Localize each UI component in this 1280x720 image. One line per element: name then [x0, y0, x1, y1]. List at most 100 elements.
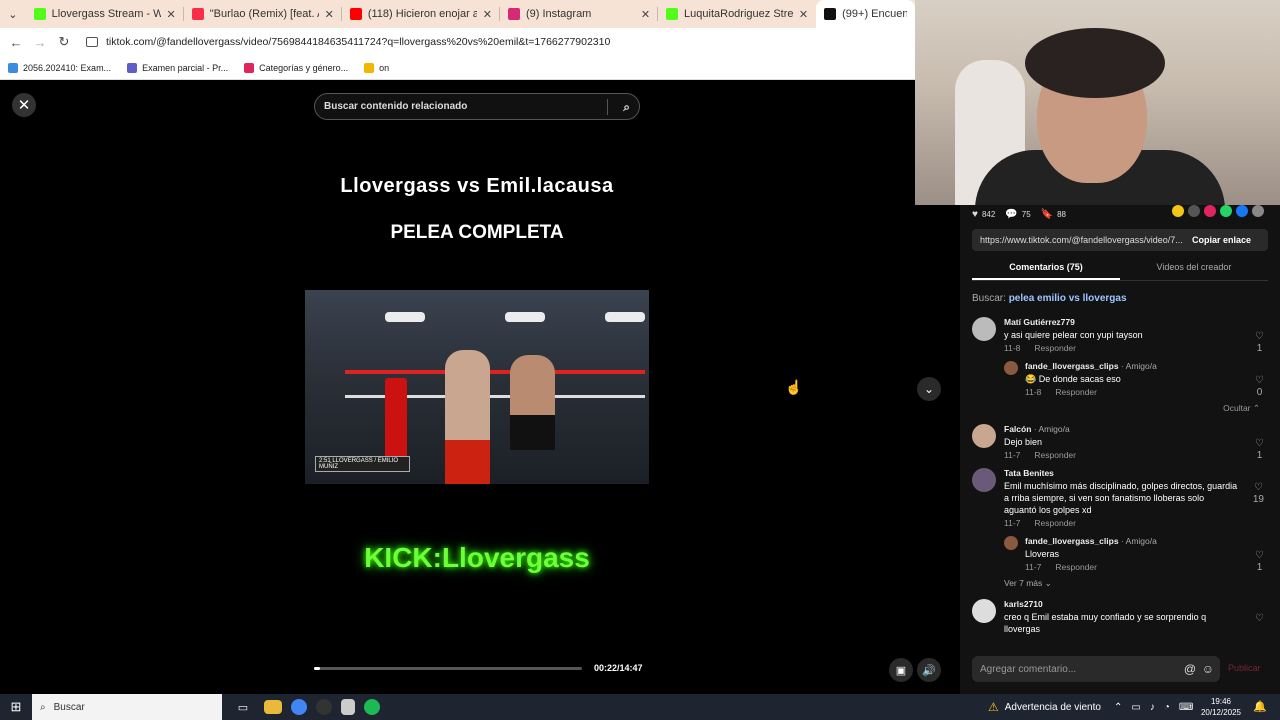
teams-icon	[127, 62, 138, 73]
browser-tab-strip: ⌄ Llovergass Stream - Watch Live ✕ "Burl…	[0, 0, 916, 28]
close-tab-icon[interactable]: ✕	[325, 8, 334, 21]
volume-button[interactable]: 🔊	[917, 658, 941, 682]
reply-button[interactable]: Responder	[1034, 343, 1076, 353]
comment-author[interactable]: karls2710	[1004, 599, 1238, 609]
video-player[interactable]: Buscar contenido relacionado ⌕ Llovergas…	[305, 80, 649, 694]
comment-author[interactable]: fande_llovergass_clips	[1025, 361, 1119, 371]
volume-icon[interactable]: ♪	[1150, 702, 1155, 713]
notification-icon[interactable]: 🔔	[1253, 700, 1267, 713]
avatar[interactable]	[1004, 536, 1018, 550]
system-clock[interactable]: 19:46 20/12/2025	[1198, 696, 1244, 718]
emoji-icon[interactable]: ☺	[1202, 662, 1214, 676]
tab-creator-videos[interactable]: Videos del creador	[1120, 255, 1268, 280]
search-term[interactable]: pelea emilio vs llovergas	[1009, 293, 1127, 304]
like-button[interactable]: ♥ 842	[972, 209, 995, 220]
close-video-button[interactable]: ✕	[12, 93, 36, 117]
windows-start-icon[interactable]: ⊞	[0, 694, 32, 720]
bookmark-examen-parcial[interactable]: Examen parcial - Pr...	[127, 62, 228, 73]
comment-like[interactable]: ♡	[1255, 613, 1264, 625]
search-suggestion[interactable]: Buscar: pelea emilio vs llovergas	[972, 293, 1127, 304]
avatar[interactable]	[1004, 361, 1018, 375]
bookmark-icon: 🔖	[1040, 208, 1054, 220]
comment-like[interactable]: ♡ 0	[1255, 375, 1264, 399]
reply-button[interactable]: Responder	[1055, 562, 1097, 572]
hide-replies-button[interactable]: Ocultar ⌃	[972, 403, 1260, 414]
back-icon[interactable]: ←	[4, 35, 28, 50]
reply-button[interactable]: Responder	[1034, 450, 1076, 460]
embed-icon[interactable]	[1188, 205, 1200, 217]
chevron-up-icon[interactable]: ⌃	[1114, 702, 1122, 713]
browser-tab-tiktok[interactable]: (99+) Encuentra 'llove	[816, 0, 916, 28]
search-icon[interactable]: ⌕	[623, 100, 630, 115]
avatar[interactable]	[972, 468, 996, 492]
miniplayer-button[interactable]: ▣	[889, 658, 913, 682]
avatar[interactable]	[972, 317, 996, 341]
reply-button[interactable]: Responder	[1034, 518, 1076, 528]
notepad-icon[interactable]	[341, 699, 355, 715]
facebook-icon[interactable]	[1236, 205, 1248, 217]
chrome-icon[interactable]	[291, 699, 307, 715]
browser-tab-kick-luquita[interactable]: LuquitaRodriguez Stream - Wat ✕	[658, 0, 816, 28]
comment-text: creo q Emil estaba muy confiado y se sor…	[1004, 612, 1207, 634]
reply-button[interactable]: Responder	[1055, 387, 1097, 397]
browser-tab-instagram[interactable]: (9) Instagram ✕	[500, 0, 659, 28]
save-button[interactable]: 🔖 88	[1041, 209, 1066, 220]
mention-icon[interactable]: @	[1184, 662, 1196, 676]
avatar[interactable]	[972, 424, 996, 448]
comment-button[interactable]: 💬 75	[1005, 209, 1030, 220]
close-tab-icon[interactable]: ✕	[167, 8, 176, 21]
comment-like[interactable]: ♡ 1	[1255, 550, 1264, 574]
comment-input[interactable]: Agregar comentario... @ ☺	[972, 656, 1220, 682]
spotify-icon[interactable]	[364, 699, 380, 715]
comment-like[interactable]: ♡ 1	[1255, 331, 1264, 355]
display-icon[interactable]: ▭	[1131, 702, 1140, 713]
close-tab-icon[interactable]: ✕	[483, 8, 492, 21]
fight-frame: 2:51 LLOVERGASS / EMILIO MUÑIZ	[305, 290, 649, 484]
share-link[interactable]: https://www.tiktok.com/@fandellovergass/…	[972, 235, 1184, 245]
tab-title: Llovergass Stream - Watch Live	[51, 8, 161, 20]
comment-author[interactable]: fande_llovergass_clips	[1025, 536, 1119, 546]
browser-toolbar: ← → ↻ tiktok.com/@fandellovergass/video/…	[0, 28, 915, 56]
ring-rope	[345, 370, 645, 374]
bookmark-on[interactable]: on	[364, 62, 389, 73]
site-info-icon[interactable]	[86, 37, 98, 47]
comment-author[interactable]: Matí Gutiérrez779	[1004, 317, 1238, 327]
comment-author[interactable]: Tata Benites	[1004, 468, 1238, 478]
view-more-replies-button[interactable]: Ver 7 más ⌄	[972, 578, 1268, 589]
file-explorer-icon[interactable]	[264, 700, 282, 714]
pink-share-icon[interactable]	[1204, 205, 1216, 217]
browser-tab-burlao[interactable]: "Burlao (Remix) [feat. Arcángel ✕	[184, 0, 342, 28]
obs-icon[interactable]	[316, 699, 332, 715]
video-actions: ♥ 842 💬 75 🔖 88	[972, 205, 1272, 223]
related-search-input[interactable]: Buscar contenido relacionado ⌕	[314, 93, 640, 120]
task-view-icon[interactable]: ▭	[231, 698, 255, 716]
comment-author[interactable]: Falcón	[1004, 424, 1031, 434]
address-bar[interactable]: tiktok.com/@fandellovergass/video/756984…	[86, 36, 610, 48]
emoji-share-icon[interactable]	[1172, 205, 1184, 217]
browser-tab-kick-llovergass[interactable]: Llovergass Stream - Watch Live ✕	[26, 0, 184, 28]
avatar[interactable]	[972, 599, 996, 623]
share-arrow-icon[interactable]	[1252, 205, 1264, 217]
tab-search-button[interactable]: ⌄	[0, 0, 26, 28]
miniplayer-icon: ▣	[895, 664, 907, 677]
forward-icon[interactable]: →	[28, 35, 52, 50]
close-tab-icon[interactable]: ✕	[799, 8, 808, 21]
tab-comments[interactable]: Comentarios (75)	[972, 255, 1120, 280]
whatsapp-icon[interactable]	[1220, 205, 1232, 217]
bookmark-categorias[interactable]: Categorías y género...	[244, 62, 348, 73]
keyboard-icon[interactable]: ⌨	[1179, 702, 1193, 713]
next-video-button[interactable]: ⌄	[917, 377, 941, 401]
reload-icon[interactable]: ↻	[52, 34, 76, 50]
publish-button[interactable]: Publicar	[1228, 663, 1261, 673]
youtube-icon	[349, 8, 362, 20]
close-tab-icon[interactable]: ✕	[641, 8, 650, 21]
weather-widget[interactable]: ⚠ Advertencia de viento	[988, 694, 1101, 720]
browser-tab-youtube[interactable]: (118) Hicieron enojar a bichito ✕	[342, 0, 500, 28]
wifi-icon[interactable]: ◔	[1164, 702, 1170, 713]
video-progress-bar[interactable]	[314, 667, 582, 670]
comment-like[interactable]: ♡ 19	[1253, 482, 1264, 506]
comment-like[interactable]: ♡ 1	[1255, 438, 1264, 462]
bookmark-exam[interactable]: 2056.202410: Exam...	[8, 62, 111, 73]
copy-link-button[interactable]: Copiar enlace	[1184, 235, 1251, 245]
taskbar-search[interactable]: ⌕ Buscar	[32, 694, 222, 720]
